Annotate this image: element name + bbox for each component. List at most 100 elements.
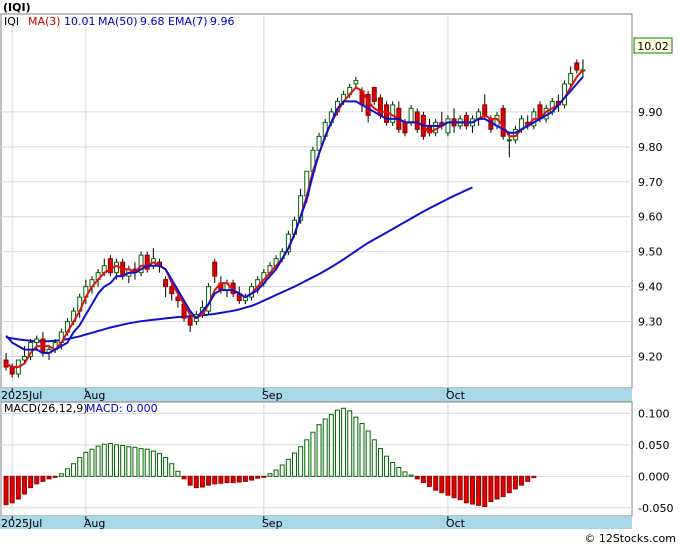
- date-tick-label: Sep: [262, 517, 283, 530]
- candle-down: [371, 86, 377, 102]
- macd-bar-positive: [114, 444, 120, 477]
- candle-down: [414, 111, 420, 130]
- macd-bar-positive: [304, 439, 310, 477]
- legend-ema7-label: EMA(7): [168, 15, 208, 28]
- macd-bar-negative: [463, 475, 469, 504]
- last-price-tag: 10.02: [633, 37, 673, 54]
- macd-bar-positive: [126, 446, 132, 477]
- legend-ma3-label: MA(3): [28, 15, 61, 28]
- macd-bar-negative: [457, 475, 463, 501]
- macd-value-label: MACD: 0.000: [86, 402, 158, 415]
- macd-bar-positive: [316, 424, 322, 477]
- macd-bar-positive: [347, 410, 353, 477]
- macd-bar-positive: [273, 469, 279, 477]
- macd-bar-negative: [445, 475, 451, 496]
- chart-title: (IQI): [3, 1, 31, 14]
- macd-bar-negative: [255, 475, 261, 479]
- macd-bar-positive: [341, 407, 347, 477]
- candle-down: [9, 366, 15, 375]
- macd-bar-positive: [298, 446, 304, 477]
- macd-bar-positive: [89, 448, 95, 477]
- macd-bar-positive: [384, 455, 390, 477]
- macd-bar-positive: [371, 439, 377, 477]
- date-tick-label: Oct: [446, 389, 466, 402]
- macd-bar-negative: [52, 475, 58, 478]
- macd-bar-negative: [439, 475, 445, 494]
- macd-bar-positive: [396, 467, 402, 477]
- macd-bar-negative: [181, 475, 187, 480]
- macd-bar-negative: [3, 475, 9, 506]
- price-y-tick-label: 9.50: [638, 246, 663, 259]
- legend-ticker: IQI: [4, 15, 19, 28]
- macd-bar-negative: [15, 475, 21, 500]
- price-y-tick-label: 9.20: [638, 351, 663, 364]
- macd-bar-positive: [83, 451, 89, 477]
- macd-bar-positive: [77, 456, 83, 477]
- date-tick-label: Aug: [84, 517, 105, 530]
- macd-bar-negative: [230, 475, 236, 484]
- macd-bar-negative: [236, 475, 242, 483]
- macd-bar-positive: [138, 448, 144, 477]
- macd-bar-positive: [95, 445, 101, 477]
- macd-bar-negative: [469, 475, 475, 505]
- macd-bar-negative: [224, 475, 230, 484]
- macd-bar-positive: [58, 473, 64, 477]
- candle-up: [408, 107, 414, 123]
- price-y-tick-label: 9.40: [638, 281, 663, 294]
- macd-bar-positive: [353, 416, 359, 477]
- macd-bar-negative: [46, 475, 52, 480]
- macd-bar-positive: [120, 444, 126, 477]
- macd-bar-positive: [377, 448, 383, 477]
- macd-bar-positive: [132, 446, 138, 477]
- date-tick-label: Aug: [84, 389, 105, 402]
- macd-bar-positive: [402, 471, 408, 477]
- macd-bar-positive: [150, 450, 156, 477]
- macd-bar-negative: [519, 475, 525, 486]
- macd-bar-positive: [285, 458, 291, 477]
- candle-down: [500, 107, 506, 137]
- macd-bar-negative: [193, 475, 199, 489]
- macd-bar-positive: [359, 422, 365, 477]
- candle-down: [163, 279, 169, 288]
- price-y-tick-label: 9.80: [638, 141, 663, 154]
- macd-bar-negative: [40, 475, 46, 482]
- macd-bar-positive: [328, 414, 334, 477]
- macd-bar-negative: [488, 475, 494, 503]
- legend-ma50-label: MA(50): [98, 15, 138, 28]
- macd-y-tick-label: 0.100: [638, 407, 670, 420]
- macd-bar-positive: [334, 409, 340, 477]
- macd-bar-negative: [218, 475, 224, 484]
- macd-bar-negative: [500, 475, 506, 497]
- macd-panel: 0.100 0.050 0.000 -0.050 MACD(26,12,9) MACD…: [0, 401, 673, 530]
- macd-bar-negative: [34, 475, 40, 485]
- candle-up: [34, 338, 40, 344]
- price-y-tick-label: 9.90: [638, 106, 663, 119]
- price-y-tick-label: 9.30: [638, 316, 663, 329]
- macd-bar-negative: [494, 475, 500, 500]
- macd-bar-negative: [9, 475, 15, 504]
- macd-bar-negative: [249, 475, 255, 481]
- legend-ma50-value: 9.68: [140, 15, 165, 28]
- macd-bar-negative: [482, 475, 488, 508]
- macd-bar-negative: [206, 475, 212, 486]
- macd-y-tick-label: 0.050: [638, 439, 670, 452]
- macd-bar-negative: [433, 475, 439, 491]
- date-tick-label: Sep: [262, 389, 283, 402]
- candle-down: [463, 114, 469, 127]
- macd-bar-positive: [156, 453, 162, 477]
- macd-bar-negative: [512, 475, 518, 490]
- macd-y-tick-label: -0.050: [638, 502, 673, 515]
- macd-bar-negative: [531, 475, 537, 479]
- last-price-tag-label: 10.02: [637, 40, 669, 53]
- date-tick-label: 2025Jul: [1, 389, 42, 402]
- macd-bar-negative: [427, 475, 433, 487]
- macd-bar-positive: [101, 443, 107, 477]
- date-tick-label: Oct: [446, 517, 466, 530]
- macd-bar-negative: [420, 475, 426, 484]
- price-panel: 9.20 9.30 9.40 9.50 9.60 9.70 9.80 9.90 10.02 (…: [0, 1, 673, 402]
- candle-down: [212, 261, 218, 277]
- macd-bar-positive: [64, 468, 70, 477]
- macd-bar-negative: [451, 475, 457, 499]
- macd-bar-positive: [279, 464, 285, 477]
- stock-chart: 9.20 9.30 9.40 9.50 9.60 9.70 9.80 9.90 10.02 (…: [0, 0, 680, 546]
